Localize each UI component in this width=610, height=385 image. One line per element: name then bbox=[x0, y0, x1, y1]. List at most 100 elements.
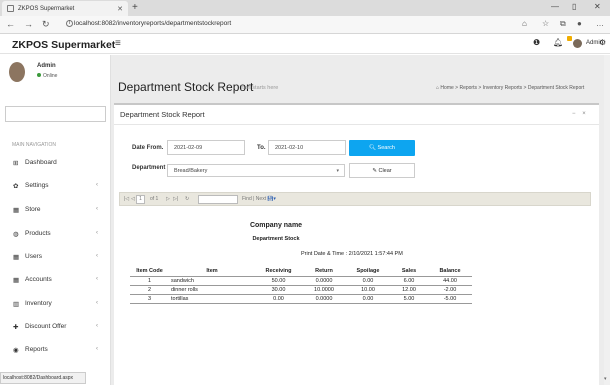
date-from-input[interactable]: 2021-02-09 bbox=[167, 140, 245, 155]
sidebar-item-label: Discount Offer bbox=[25, 323, 67, 330]
back-icon[interactable]: ← bbox=[6, 19, 15, 29]
date-from-label: Date From. bbox=[132, 145, 164, 151]
chevron-left-icon: ‹ bbox=[96, 182, 98, 188]
avatar[interactable] bbox=[573, 39, 582, 48]
minimize-icon[interactable]: — bbox=[551, 2, 559, 11]
cell-item: tortillas bbox=[169, 294, 255, 304]
last-page-icon[interactable]: ▷| bbox=[173, 196, 178, 202]
cell-sales: 6.00 bbox=[390, 276, 428, 286]
url-field[interactable]: localhost:8082/inventoryreports/departme… bbox=[74, 20, 231, 27]
sidebar-item-label: Reports bbox=[25, 346, 48, 353]
remove-icon[interactable]: × bbox=[582, 111, 586, 117]
sidebar-item-users[interactable]: ▦ Users ‹ bbox=[0, 250, 111, 266]
eraser-icon: ✎ bbox=[372, 168, 377, 174]
clear-button[interactable]: ✎ Clear bbox=[349, 163, 415, 178]
col-item: Item bbox=[169, 266, 255, 277]
close-tab-icon[interactable]: ✕ bbox=[117, 5, 123, 13]
breadcrumb-current: Department Stock Report bbox=[527, 85, 585, 91]
dashboard-icon: ⊞ bbox=[13, 160, 19, 167]
chevron-left-icon: ‹ bbox=[96, 323, 98, 329]
col-sales: Sales bbox=[390, 266, 428, 277]
box-title: Department Stock Report bbox=[120, 110, 205, 119]
breadcrumb-reports[interactable]: Reports bbox=[459, 85, 477, 91]
department-label: Department bbox=[132, 165, 166, 171]
collections-icon[interactable]: ⧉ bbox=[560, 19, 566, 29]
sidebar-item-discount-offer[interactable]: ✚ Discount Offer ‹ bbox=[0, 320, 111, 336]
browser-tab[interactable]: ZKPOS Supermarket ✕ bbox=[2, 1, 128, 16]
cell-balance: -2.00 bbox=[428, 285, 472, 295]
first-page-icon[interactable]: |◁ bbox=[124, 196, 129, 202]
products-icon: ◍ bbox=[13, 231, 19, 238]
refresh-icon[interactable]: ↻ bbox=[42, 19, 50, 30]
col-balance: Balance bbox=[428, 266, 472, 277]
page-number-input[interactable]: 1 bbox=[136, 195, 145, 204]
online-status: Online bbox=[37, 73, 57, 79]
brand-logo[interactable]: ZKPOS Supermarket bbox=[12, 39, 115, 51]
report-box: Department Stock Report − × Date From. 2… bbox=[114, 103, 599, 385]
store-icon: ▦ bbox=[13, 207, 20, 214]
sidebar-item-accounts[interactable]: ▦ Accounts ‹ bbox=[0, 273, 111, 289]
page-subtitle: it all starts here bbox=[241, 85, 279, 91]
department-select-value: Bread/Bakery bbox=[174, 168, 208, 174]
sidebar-item-settings[interactable]: ✿ Settings ‹ bbox=[0, 179, 111, 195]
chevron-left-icon: ‹ bbox=[96, 300, 98, 306]
more-icon[interactable]: … bbox=[596, 19, 604, 28]
breadcrumb-inventory-reports[interactable]: Inventory Reports bbox=[483, 85, 522, 91]
sidebar-item-dashboard[interactable]: ⊞ Dashboard bbox=[0, 156, 111, 172]
favorite-icon[interactable]: ☆ bbox=[542, 19, 549, 28]
cell-spoilage: 10.00 bbox=[346, 285, 390, 295]
inventory-icon: ▥ bbox=[13, 301, 20, 308]
cell-receiving: 30.00 bbox=[255, 285, 302, 295]
chevron-left-icon: ‹ bbox=[96, 346, 98, 352]
user-panel: Admin Online bbox=[0, 55, 111, 105]
reader-icon[interactable]: ⌂ bbox=[522, 19, 527, 28]
maximize-icon[interactable]: ▯ bbox=[572, 2, 576, 11]
main-content: Department Stock Report it all starts he… bbox=[111, 55, 610, 385]
col-spoilage: Spoilage bbox=[346, 266, 390, 277]
cell-return: 0.0000 bbox=[302, 276, 346, 286]
sidebar-item-reports[interactable]: ◉ Reports ‹ bbox=[0, 343, 111, 359]
status-dot-icon bbox=[37, 73, 41, 77]
cell-sales: 5.00 bbox=[390, 294, 428, 304]
notification-bell-icon[interactable]: 🔔︎ bbox=[553, 38, 563, 47]
sidebar-item-inventory[interactable]: ▥ Inventory ‹ bbox=[0, 297, 111, 313]
sidebar-item-store[interactable]: ▦ Store ‹ bbox=[0, 203, 111, 219]
next-page-icon[interactable]: ▷ bbox=[166, 196, 170, 202]
window-close-icon[interactable]: ✕ bbox=[594, 2, 601, 11]
collapse-icon[interactable]: − bbox=[572, 111, 576, 117]
menu-toggle-icon[interactable]: ≡ bbox=[115, 38, 121, 49]
find-input[interactable] bbox=[198, 195, 238, 204]
app-header: ZKPOS Supermarket ≡ ❶ 🔔︎ ⚙ bbox=[0, 34, 610, 54]
sidebar-item-products[interactable]: ◍ Products ‹ bbox=[0, 227, 111, 243]
page-scrollbar[interactable] bbox=[604, 55, 610, 385]
clear-button-label: Clear bbox=[378, 168, 392, 174]
forward-icon[interactable]: → bbox=[24, 19, 33, 29]
search-button-label: Search bbox=[377, 145, 395, 151]
find-next-links[interactable]: Find | Next bbox=[242, 196, 266, 202]
breadcrumb-home[interactable]: Home bbox=[440, 85, 453, 91]
search-button[interactable]: 🔍︎ Search bbox=[349, 140, 415, 156]
date-to-input[interactable]: 2021-02-10 bbox=[268, 140, 346, 155]
sidebar-item-label: Accounts bbox=[25, 276, 52, 283]
department-select[interactable]: Bread/Bakery ▾ bbox=[167, 164, 345, 177]
tab-title: ZKPOS Supermarket bbox=[18, 5, 75, 12]
settings-circle-icon[interactable]: ❶ bbox=[533, 38, 540, 47]
sidebar: Admin Online MAIN NAVIGATION ⊞ Dashboard… bbox=[0, 55, 111, 385]
cell-spoilage: 0.00 bbox=[346, 276, 390, 286]
profile-icon[interactable]: ● bbox=[577, 19, 582, 28]
prev-page-icon[interactable]: ◁ bbox=[131, 196, 135, 202]
box-tools: − × bbox=[572, 111, 586, 117]
user-avatar bbox=[9, 62, 25, 82]
cell-item-code: 2 bbox=[130, 285, 169, 295]
info-icon[interactable]: i bbox=[66, 20, 73, 27]
scroll-down-icon[interactable]: ▾ bbox=[604, 376, 607, 382]
refresh-report-icon[interactable]: ↻ bbox=[185, 196, 189, 202]
browser-tab-bar: ZKPOS Supermarket ✕ + — ▯ ✕ bbox=[0, 0, 610, 16]
header-user-name[interactable]: Admin bbox=[586, 40, 603, 46]
export-icon[interactable]: 💾︎▾ bbox=[267, 196, 276, 202]
cell-item: dinner rolls bbox=[169, 285, 255, 295]
report-print-date: Print Date & Time : 2/10/2021 1:57:44 PM bbox=[301, 251, 403, 257]
new-tab-icon[interactable]: + bbox=[132, 2, 138, 13]
sidebar-search-input[interactable] bbox=[5, 106, 106, 122]
home-icon: ⌂ bbox=[436, 85, 440, 91]
